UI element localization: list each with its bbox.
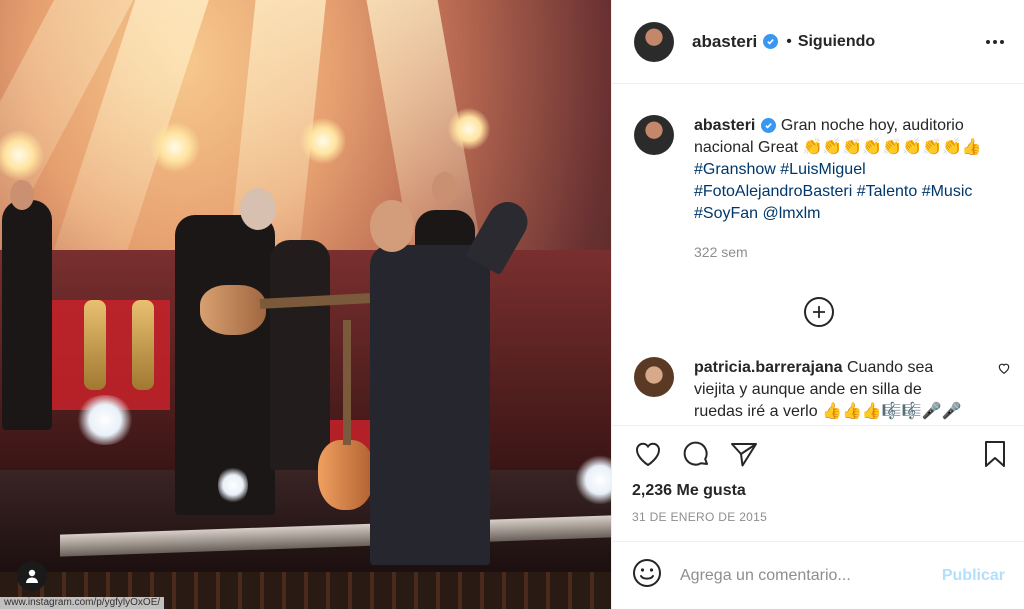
separator-dot: •	[786, 32, 792, 50]
add-comment-bar: Publicar	[612, 541, 1024, 609]
bookmark-icon[interactable]	[979, 438, 1011, 470]
caption-hashtags[interactable]: #Granshow #LuisMiguel	[694, 159, 982, 181]
verified-badge-icon	[763, 34, 779, 49]
caption-line: Gran noche hoy, auditorio	[780, 117, 964, 134]
post-side-panel: abasteri • Siguiendo abasteri Gran noche…	[611, 0, 1024, 609]
comment-input[interactable]	[680, 566, 942, 585]
comment-like-icon[interactable]	[997, 361, 1011, 423]
post-header: abasteri • Siguiendo	[612, 0, 1024, 84]
likes-count[interactable]: 2,236 Me gusta	[612, 470, 1024, 500]
more-options-icon[interactable]	[986, 39, 1004, 44]
user-tag-icon[interactable]	[17, 561, 47, 591]
comment-text: viejita y aunque ande en silla de	[694, 381, 922, 398]
comment-icon[interactable]	[680, 438, 712, 470]
caption-author[interactable]: abasteri	[694, 117, 755, 134]
comment-text: Cuando sea	[846, 359, 934, 376]
caption-author-avatar[interactable]	[634, 115, 674, 155]
share-icon[interactable]	[728, 438, 760, 470]
following-button[interactable]: Siguiendo	[798, 33, 875, 51]
emoji-icon[interactable]	[632, 558, 662, 593]
comments-section: abasteri Gran noche hoy, auditorio nacio…	[612, 85, 1024, 425]
publish-button[interactable]: Publicar	[942, 567, 1005, 585]
post-photo[interactable]: www.instagram.com/p/ygfylyOxOE/	[0, 0, 611, 609]
comment-text: ruedas iré a verlo 👍👍👍🎼🎼🎤🎤	[694, 403, 962, 420]
load-more-icon[interactable]	[803, 297, 834, 327]
author-username[interactable]: abasteri	[692, 32, 757, 52]
caption-hashtags[interactable]: #SoyFan @lmxlm	[694, 203, 982, 225]
instagram-post: www.instagram.com/p/ygfylyOxOE/ abasteri…	[0, 0, 1024, 609]
heart-icon[interactable]	[632, 438, 664, 470]
verified-badge-icon	[761, 118, 777, 134]
post-actions: 2,236 Me gusta 31 DE ENERO DE 2015	[612, 425, 1024, 540]
caption: abasteri Gran noche hoy, auditorio nacio…	[612, 85, 1024, 263]
commenter-avatar[interactable]	[634, 357, 674, 397]
author-avatar[interactable]	[634, 21, 674, 62]
comment-item: patricia.barrerajana Cuando sea viejita …	[612, 327, 1024, 423]
load-more-comments	[612, 297, 1024, 327]
caption-timestamp[interactable]: 322 sem	[694, 241, 982, 263]
caption-line: nacional Great 👏👏👏👏👏👏👏👏👍	[694, 139, 982, 156]
caption-hashtags[interactable]: #FotoAlejandroBasteri #Talento #Music	[694, 181, 982, 203]
commenter-username[interactable]: patricia.barrerajana	[694, 359, 843, 376]
post-date[interactable]: 31 DE ENERO DE 2015	[612, 500, 1024, 524]
photo-url-overlay: www.instagram.com/p/ygfylyOxOE/	[0, 597, 165, 609]
